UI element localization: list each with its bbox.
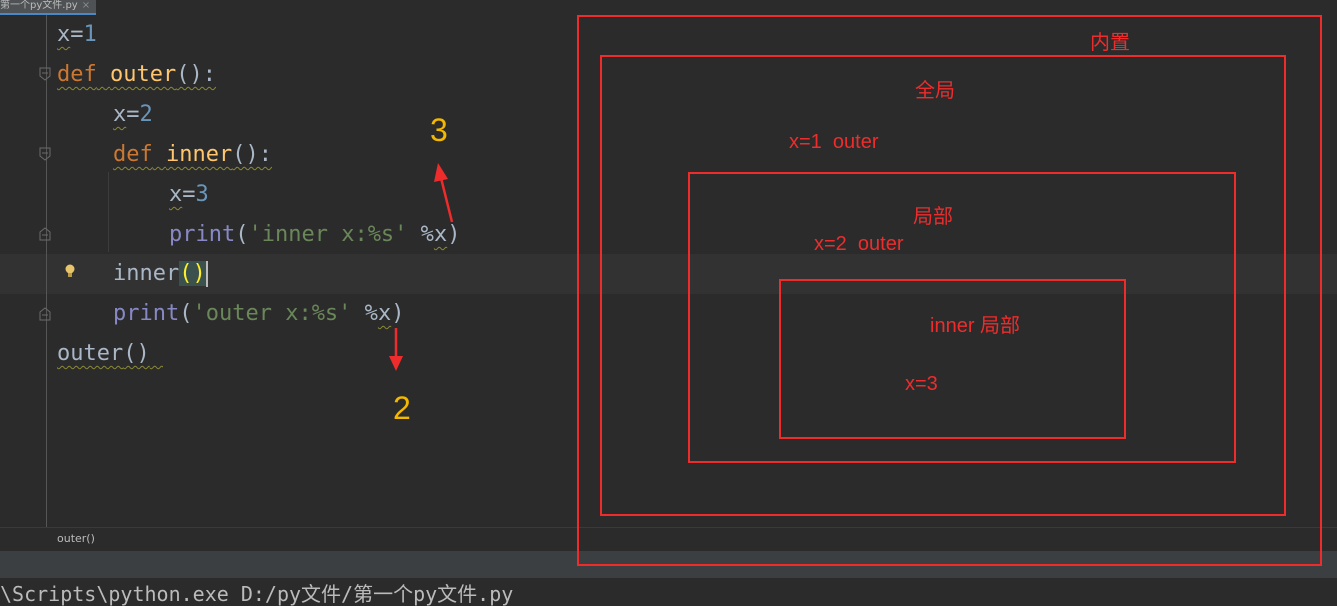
local-scope-label: 局部 [913,206,953,228]
global-scope-vars: x=1 outer [789,131,879,153]
inner-scope-label: inner 局部 [930,315,1021,337]
builtin-scope-label: 内置 [1090,32,1130,54]
inner-scope-box [779,279,1126,439]
local-scope-vars: x=2 outer [814,233,904,255]
inner-scope-vars: x=3 [905,373,938,395]
arrow-head-icon [434,163,448,182]
arrow-head-icon [389,356,403,371]
global-scope-label: 全局 [915,80,955,102]
arrow-line [439,177,454,223]
